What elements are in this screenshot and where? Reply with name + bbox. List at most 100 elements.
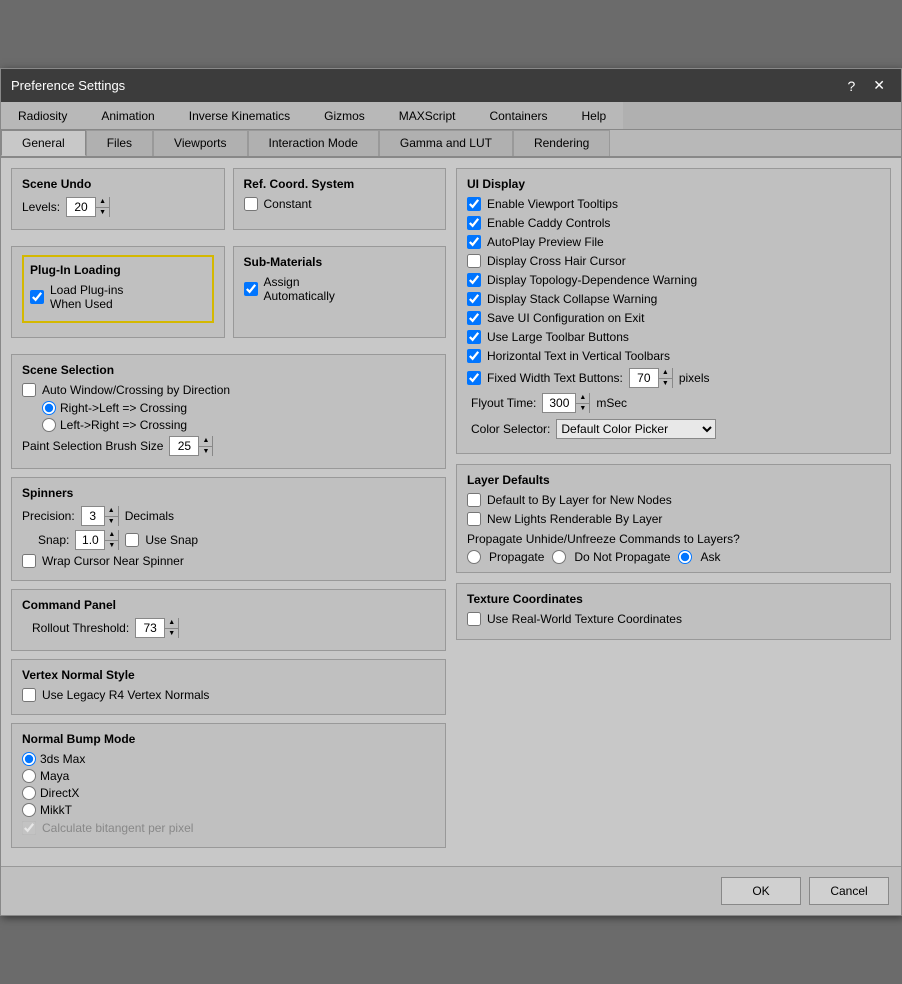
fixed-width-up[interactable]: ▲ <box>658 368 672 379</box>
tab-help[interactable]: Help <box>565 102 624 129</box>
rollout-down[interactable]: ▼ <box>164 629 178 639</box>
use-legacy-checkbox[interactable] <box>22 688 36 702</box>
paint-brush-up[interactable]: ▲ <box>198 436 212 447</box>
flyout-time-input[interactable] <box>543 394 575 412</box>
cancel-button[interactable]: Cancel <box>809 877 889 905</box>
plugin-loading-section: Plug-In Loading Load Plug-insWhen Used <box>11 246 225 338</box>
tab-radiosity[interactable]: Radiosity <box>1 102 84 129</box>
cross-hair-checkbox[interactable] <box>467 254 481 268</box>
do-not-propagate-label: Do Not Propagate <box>574 550 670 564</box>
bump-maya-radio[interactable] <box>22 769 36 783</box>
paint-brush-input[interactable] <box>170 437 198 455</box>
tab-gizmos[interactable]: Gizmos <box>307 102 382 129</box>
default-to-layer-label: Default to By Layer for New Nodes <box>487 493 672 507</box>
levels-input[interactable] <box>67 198 95 216</box>
ask-radio[interactable] <box>678 550 692 564</box>
left-right-radio[interactable] <box>42 418 56 432</box>
tab-interaction-mode[interactable]: Interaction Mode <box>248 130 379 156</box>
levels-up[interactable]: ▲ <box>95 197 109 208</box>
assign-auto-row: AssignAutomatically <box>244 275 436 303</box>
snap-up[interactable]: ▲ <box>104 530 118 541</box>
levels-spinner[interactable]: ▲ ▼ <box>66 197 110 217</box>
tab-gamma-lut[interactable]: Gamma and LUT <box>379 130 513 156</box>
color-selector-row: Color Selector: Default Color Picker <box>471 419 880 439</box>
horizontal-text-row: Horizontal Text in Vertical Toolbars <box>467 349 880 363</box>
rollout-up[interactable]: ▲ <box>164 618 178 629</box>
snap-spinner[interactable]: ▲ ▼ <box>75 530 119 550</box>
color-selector-dropdown[interactable]: Default Color Picker <box>556 419 716 439</box>
use-real-world-label: Use Real-World Texture Coordinates <box>487 612 682 626</box>
bump-3dsmax-radio[interactable] <box>22 752 36 766</box>
right-panel: UI Display Enable Viewport Tooltips Enab… <box>456 168 891 856</box>
ui-display-title: UI Display <box>467 177 880 191</box>
topology-warning-checkbox[interactable] <box>467 273 481 287</box>
constant-checkbox[interactable] <box>244 197 258 211</box>
fixed-width-spinner[interactable]: ▲ ▼ <box>629 368 673 388</box>
flyout-time-spinner[interactable]: ▲ ▼ <box>542 393 590 413</box>
use-snap-checkbox[interactable] <box>125 533 139 547</box>
fixed-width-down[interactable]: ▼ <box>658 379 672 389</box>
use-real-world-checkbox[interactable] <box>467 612 481 626</box>
right-left-label: Right->Left => Crossing <box>60 401 187 415</box>
levels-down[interactable]: ▼ <box>95 208 109 218</box>
bump-mikkt-radio[interactable] <box>22 803 36 817</box>
precision-down[interactable]: ▼ <box>104 517 118 527</box>
auto-window-checkbox[interactable] <box>22 383 36 397</box>
cross-hair-label: Display Cross Hair Cursor <box>487 254 626 268</box>
autoplay-preview-checkbox[interactable] <box>467 235 481 249</box>
rollout-input[interactable] <box>136 619 164 637</box>
save-ui-config-checkbox[interactable] <box>467 311 481 325</box>
precision-row: Precision: ▲ ▼ Decimals <box>22 506 435 526</box>
assign-auto-checkbox[interactable] <box>244 282 258 296</box>
large-toolbar-checkbox[interactable] <box>467 330 481 344</box>
title-bar-buttons: ? ✕ <box>841 75 891 96</box>
snap-input[interactable] <box>76 531 104 549</box>
new-lights-checkbox[interactable] <box>467 512 481 526</box>
enable-caddy-controls-label: Enable Caddy Controls <box>487 216 610 230</box>
do-not-propagate-radio[interactable] <box>552 550 566 564</box>
help-button[interactable]: ? <box>841 76 861 96</box>
tab-animation[interactable]: Animation <box>84 102 171 129</box>
tab-containers[interactable]: Containers <box>472 102 564 129</box>
load-plugins-checkbox[interactable] <box>30 290 44 304</box>
tab-general[interactable]: General <box>1 130 86 156</box>
paint-brush-down[interactable]: ▼ <box>198 447 212 457</box>
footer: OK Cancel <box>1 866 901 915</box>
tab-files[interactable]: Files <box>86 130 153 156</box>
calc-bitangent-checkbox[interactable] <box>22 821 36 835</box>
wrap-cursor-checkbox[interactable] <box>22 554 36 568</box>
propagate-radio[interactable] <box>467 550 481 564</box>
bump-directx-radio[interactable] <box>22 786 36 800</box>
enable-caddy-controls-checkbox[interactable] <box>467 216 481 230</box>
auto-window-label: Auto Window/Crossing by Direction <box>42 383 230 397</box>
horizontal-text-checkbox[interactable] <box>467 349 481 363</box>
command-panel-title: Command Panel <box>22 598 435 612</box>
precision-spinner[interactable]: ▲ ▼ <box>81 506 119 526</box>
enable-viewport-tooltips-checkbox[interactable] <box>467 197 481 211</box>
flyout-up[interactable]: ▲ <box>575 393 589 404</box>
fixed-width-checkbox[interactable] <box>467 371 481 385</box>
paint-brush-spinner[interactable]: ▲ ▼ <box>169 436 213 456</box>
snap-down[interactable]: ▼ <box>104 541 118 551</box>
ok-button[interactable]: OK <box>721 877 801 905</box>
scene-undo-section: Scene Undo Levels: ▲ ▼ <box>11 168 225 230</box>
tab-rendering[interactable]: Rendering <box>513 130 610 156</box>
precision-label: Precision: <box>22 509 75 523</box>
right-left-radio[interactable] <box>42 401 56 415</box>
enable-viewport-tooltips-label: Enable Viewport Tooltips <box>487 197 618 211</box>
precision-up[interactable]: ▲ <box>104 506 118 517</box>
wrap-cursor-label: Wrap Cursor Near Spinner <box>42 554 184 568</box>
close-button[interactable]: ✕ <box>867 75 891 96</box>
sub-materials-title: Sub-Materials <box>244 255 436 269</box>
tab-viewports[interactable]: Viewports <box>153 130 247 156</box>
fixed-width-input[interactable] <box>630 369 658 387</box>
rollout-spinner[interactable]: ▲ ▼ <box>135 618 179 638</box>
flyout-down[interactable]: ▼ <box>575 404 589 414</box>
stack-collapse-checkbox[interactable] <box>467 292 481 306</box>
tab-maxscript[interactable]: MAXScript <box>382 102 473 129</box>
tab-inverse-kinematics[interactable]: Inverse Kinematics <box>172 102 307 129</box>
precision-input[interactable] <box>82 507 104 525</box>
rollout-arrows: ▲ ▼ <box>164 618 178 638</box>
default-to-layer-checkbox[interactable] <box>467 493 481 507</box>
bump-3dsmax-label: 3ds Max <box>40 752 85 766</box>
